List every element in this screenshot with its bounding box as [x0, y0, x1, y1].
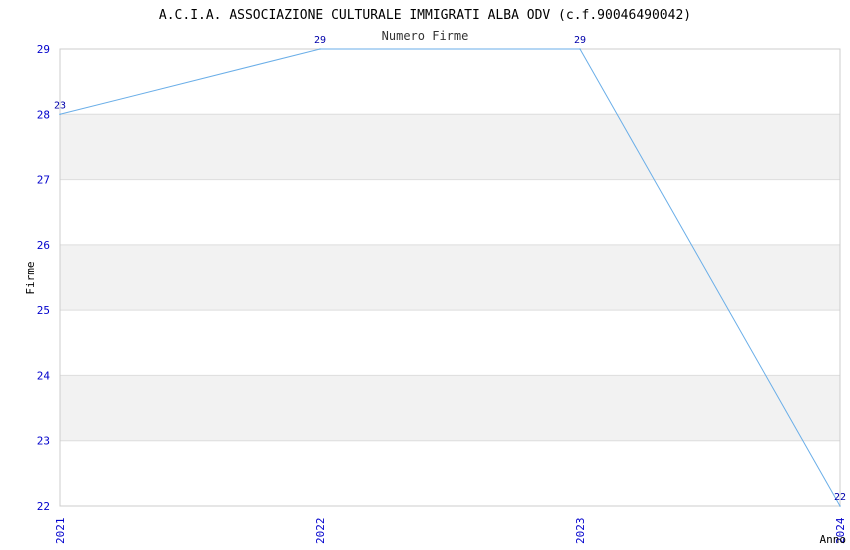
data-point	[319, 48, 321, 50]
y-tick-label: 25	[37, 304, 50, 317]
y-tick-label: 27	[37, 174, 50, 187]
line-chart: 2223242526272829 2021 2022 2023 2024 2329 29…	[24, 8, 847, 546]
chart-title: A.C.I.A. ASSOCIAZIONE CULTURALE IMMIGRAT…	[159, 8, 691, 23]
chart-subtitle: Numero Firme	[382, 29, 469, 43]
data-label: 23	[54, 100, 66, 111]
data-point	[839, 505, 841, 507]
data-label: 29	[314, 35, 326, 46]
x-tick-label: 2023	[574, 518, 587, 545]
y-tick-label: 23	[37, 435, 50, 448]
grid-band	[60, 375, 840, 441]
x-tick-label: 2021	[54, 518, 67, 545]
x-tick-label: 2022	[314, 518, 327, 545]
y-tick-label: 29	[37, 43, 50, 56]
data-label: 22	[834, 492, 846, 503]
y-axis-label: Firme	[24, 261, 37, 294]
y-tick-label: 22	[37, 500, 50, 513]
grid-band	[60, 114, 840, 180]
y-tick-label: 26	[37, 239, 50, 252]
data-point	[59, 113, 61, 116]
grid-bands	[60, 114, 840, 441]
y-tick-label: 28	[37, 108, 50, 121]
data-label: 29	[574, 35, 586, 46]
y-tick-label: 24	[37, 369, 51, 382]
data-point	[579, 48, 581, 50]
x-axis-label: Anno	[820, 533, 847, 546]
x-axis-ticks: 2021 2022 2023 2024	[54, 517, 847, 544]
y-axis-ticks: 22 23 24 25 26 27 28 29	[37, 43, 51, 513]
